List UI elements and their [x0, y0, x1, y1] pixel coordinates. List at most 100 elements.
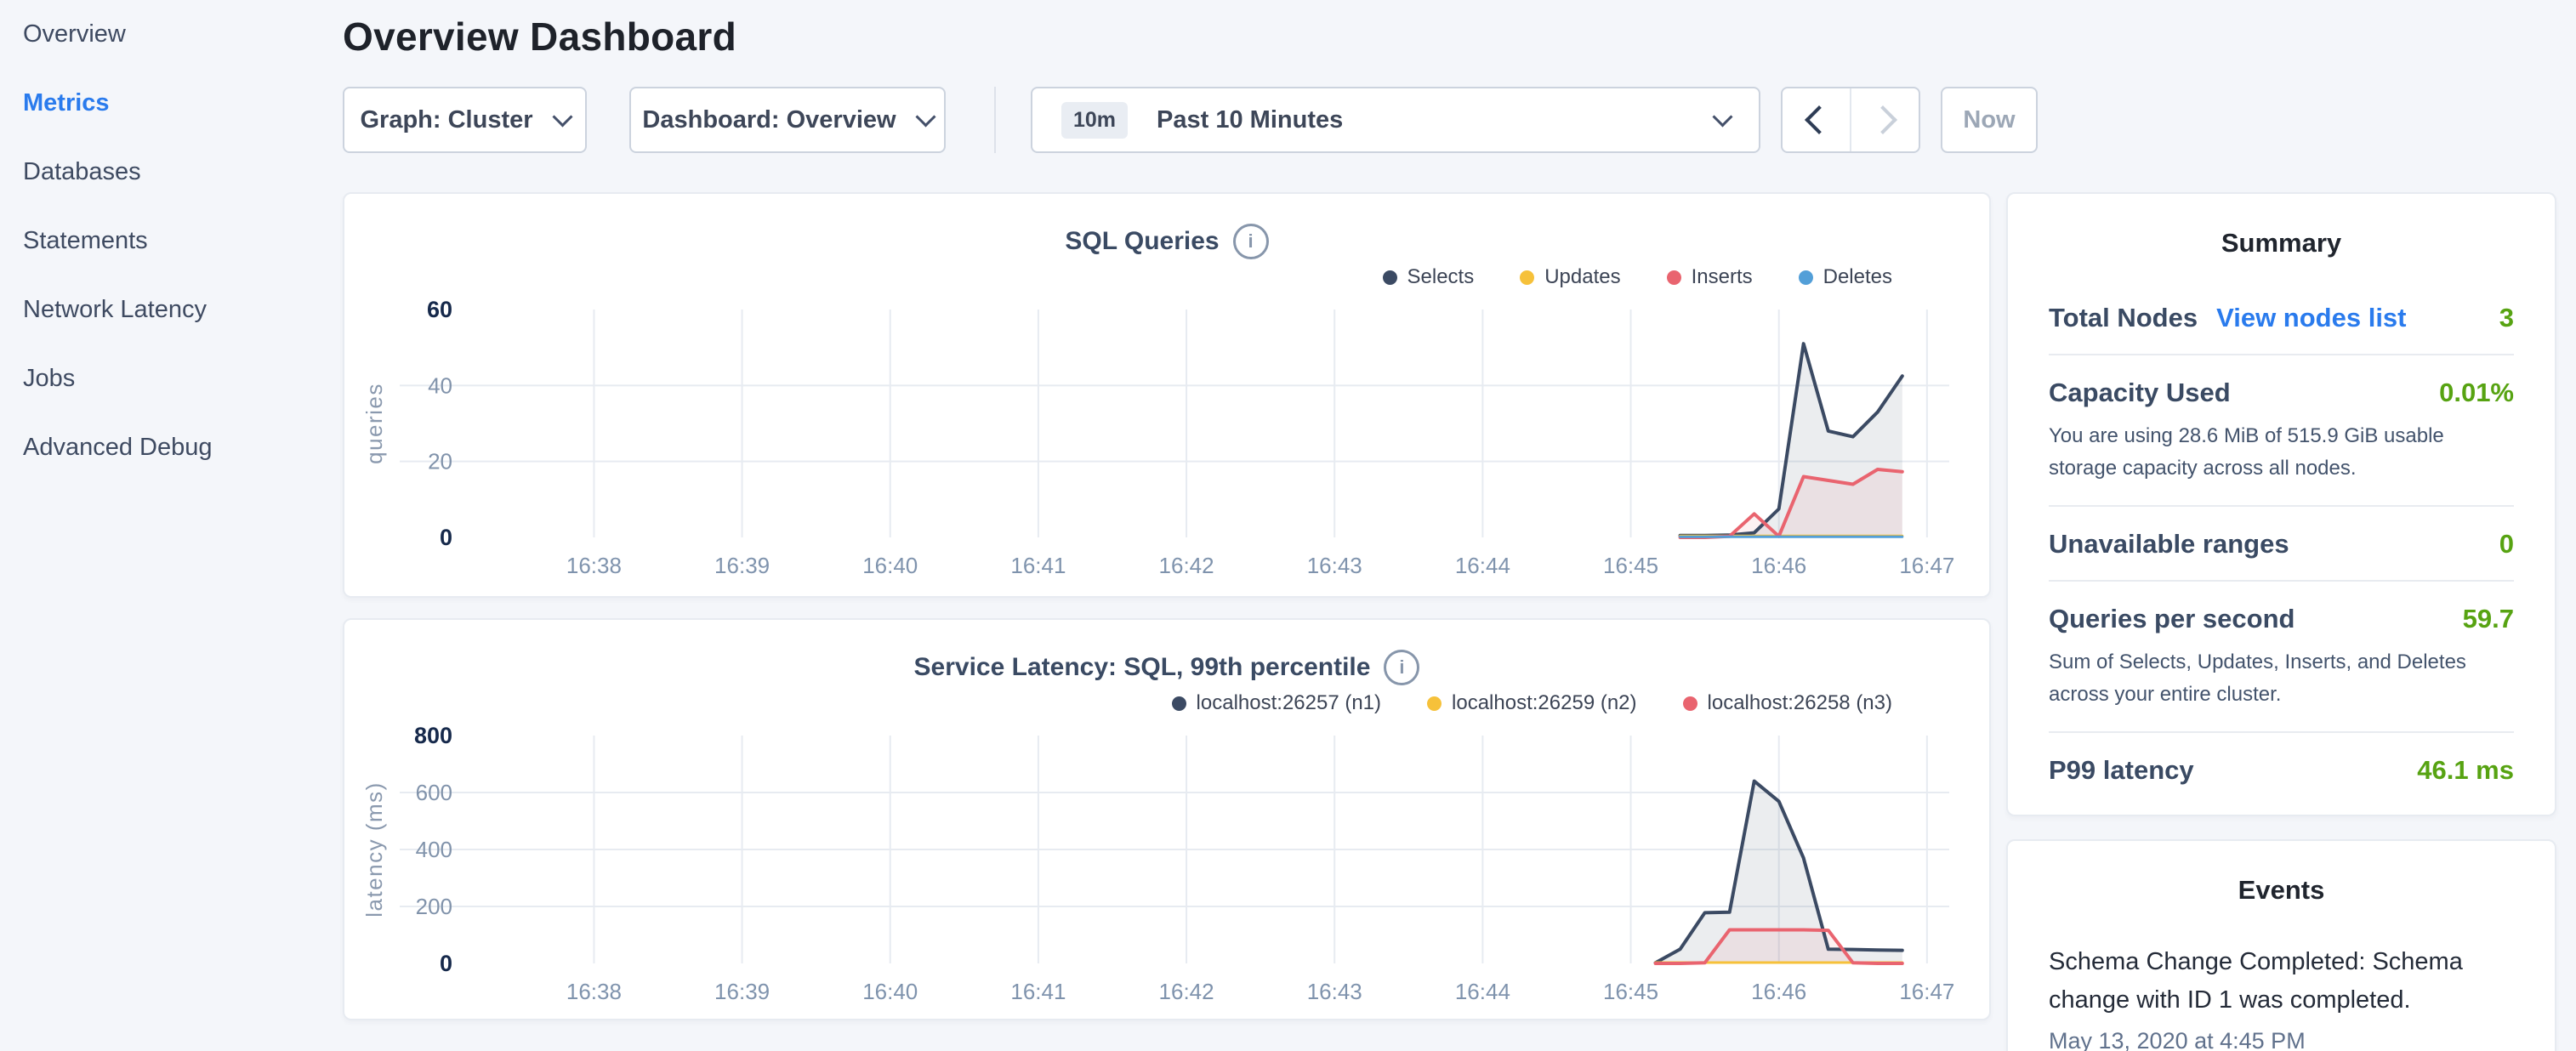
right-rail: Summary Total Nodes View nodes list 3 Ca…	[2006, 192, 2556, 1051]
now-button[interactable]: Now	[1941, 87, 2038, 153]
main-content: Overview Dashboard Graph: Cluster Dashbo…	[343, 0, 2576, 1051]
sidebar-item-advanced-debug[interactable]: Advanced Debug	[23, 413, 343, 482]
x-axis-tick: 16:38	[566, 553, 622, 578]
graph-scope-dropdown[interactable]: Graph: Cluster	[343, 87, 587, 153]
sidebar: Overview Metrics Databases Statements Ne…	[0, 0, 343, 1051]
chart-legend: Selects Updates Inserts Deletes	[344, 264, 1989, 291]
sidebar-item-metrics[interactable]: Metrics	[23, 69, 343, 138]
dashboard-dropdown[interactable]: Dashboard: Overview	[629, 87, 946, 153]
unavailable-ranges-value: 0	[2499, 529, 2514, 560]
dashboard-content: SQL Queries i Selects Updates Inserts De…	[343, 192, 2576, 1051]
summary-row-p99-latency: P99 latency 46.1 ms	[2049, 733, 2514, 806]
x-axis-tick: 16:39	[714, 553, 770, 578]
series-dot	[1172, 696, 1186, 711]
legend-item[interactable]: localhost:26258 (n3)	[1683, 691, 1892, 715]
sql-queries-card: SQL Queries i Selects Updates Inserts De…	[343, 192, 1991, 598]
y-axis-tick: 60	[427, 297, 452, 322]
time-range-badge: 10m	[1061, 102, 1128, 139]
chart-title: Service Latency: SQL, 99th percentile	[914, 653, 1371, 682]
series-dot	[1520, 270, 1534, 285]
service-latency-chart[interactable]: 16:3816:3916:4016:4116:4216:4316:4416:45…	[344, 719, 1989, 1012]
summary-row-queries-per-second: Queries per second 59.7 Sum of Selects, …	[2049, 582, 2514, 733]
y-axis-label: queries	[361, 383, 387, 464]
legend-item[interactable]: localhost:26259 (n2)	[1427, 691, 1636, 715]
y-axis-tick: 0	[440, 525, 452, 550]
x-axis-tick: 16:40	[862, 553, 918, 578]
sidebar-item-overview[interactable]: Overview	[23, 0, 343, 69]
y-axis-tick: 0	[440, 951, 452, 976]
info-icon[interactable]: i	[1233, 224, 1269, 259]
series-dot	[1383, 270, 1397, 285]
x-axis-tick: 16:44	[1455, 553, 1510, 578]
capacity-used-subtext: You are using 28.6 MiB of 515.9 GiB usab…	[2049, 420, 2514, 485]
events-title: Events	[2049, 875, 2514, 906]
page-title: Overview Dashboard	[343, 14, 2576, 60]
x-axis-tick: 16:47	[1899, 553, 1954, 578]
event-timestamp: May 13, 2020 at 4:45 PM	[2049, 1028, 2514, 1051]
x-axis-tick: 16:40	[862, 979, 918, 1004]
y-axis-tick: 400	[416, 837, 452, 862]
summary-row-capacity-used: Capacity Used 0.01% You are using 28.6 M…	[2049, 355, 2514, 507]
legend-item[interactable]: Deletes	[1799, 265, 1892, 289]
queries-per-second-value: 59.7	[2463, 604, 2514, 634]
legend-item[interactable]: Selects	[1383, 265, 1475, 289]
summary-panel: Summary Total Nodes View nodes list 3 Ca…	[2006, 192, 2556, 816]
chart-legend: localhost:26257 (n1) localhost:26259 (n2…	[344, 690, 1989, 717]
sidebar-item-statements[interactable]: Statements	[23, 207, 343, 276]
series-dot	[1799, 270, 1813, 285]
sidebar-item-jobs[interactable]: Jobs	[23, 344, 343, 413]
legend-item[interactable]: Inserts	[1667, 265, 1753, 289]
time-range-dropdown[interactable]: 10m Past 10 Minutes	[1031, 87, 1760, 153]
x-axis-tick: 16:42	[1159, 979, 1214, 1004]
sql-queries-chart[interactable]: 16:38 16:39 16:40 16:41 16:42 16:43 16:44 16:45…	[344, 293, 1989, 586]
toolbar: Graph: Cluster Dashboard: Overview 10m P…	[343, 87, 2576, 153]
chart-header: SQL Queries i	[344, 224, 1989, 258]
chevron-right-icon	[1868, 105, 1897, 134]
x-axis-tick: 16:39	[714, 979, 770, 1004]
y-axis-tick: 20	[428, 449, 452, 474]
event-message[interactable]: Schema Change Completed: Schema change w…	[2049, 943, 2482, 1020]
series-dot	[1427, 696, 1442, 711]
charts-column: SQL Queries i Selects Updates Inserts De…	[343, 192, 1991, 1051]
summary-row-total-nodes: Total Nodes View nodes list 3	[2049, 258, 2514, 355]
series-dot	[1667, 270, 1681, 285]
queries-per-second-subtext: Sum of Selects, Updates, Inserts, and De…	[2049, 646, 2514, 711]
p99-latency-value: 46.1 ms	[2417, 755, 2514, 786]
toolbar-divider	[994, 87, 996, 153]
chart-title: SQL Queries	[1065, 227, 1219, 256]
y-axis-tick: 40	[428, 372, 452, 398]
y-axis-tick: 600	[416, 780, 452, 805]
x-axis-tick: 16:47	[1899, 979, 1954, 1004]
chevron-down-icon	[915, 106, 935, 127]
x-axis-tick: 16:43	[1307, 553, 1362, 578]
total-nodes-value: 3	[2499, 303, 2514, 333]
x-axis-tick: 16:42	[1159, 553, 1214, 578]
x-axis-tick: 16:41	[1010, 979, 1066, 1004]
x-axis-tick: 16:41	[1010, 553, 1066, 578]
x-axis-tick: 16:45	[1603, 553, 1658, 578]
info-icon[interactable]: i	[1384, 650, 1419, 685]
next-time-window-button[interactable]	[1850, 88, 1919, 151]
y-axis-tick: 800	[414, 723, 452, 748]
chevron-down-icon	[1712, 106, 1732, 127]
previous-time-window-button[interactable]	[1783, 88, 1850, 151]
legend-item[interactable]: localhost:26257 (n1)	[1172, 691, 1381, 715]
legend-item[interactable]: Updates	[1520, 265, 1620, 289]
x-axis-tick: 16:38	[566, 979, 622, 1004]
x-axis-tick: 16:43	[1307, 979, 1362, 1004]
app-root: Overview Metrics Databases Statements Ne…	[0, 0, 2576, 1051]
chevron-down-icon	[552, 106, 572, 127]
x-axis-tick: 16:45	[1603, 979, 1658, 1004]
x-axis-tick: 16:46	[1751, 553, 1806, 578]
view-nodes-list-link[interactable]: View nodes list	[2216, 303, 2406, 333]
time-step-buttons	[1781, 87, 1920, 153]
summary-row-unavailable-ranges: Unavailable ranges 0	[2049, 507, 2514, 582]
x-axis-tick: 16:46	[1751, 979, 1806, 1004]
chart-header: Service Latency: SQL, 99th percentile i	[344, 650, 1989, 685]
service-latency-card: Service Latency: SQL, 99th percentile i …	[343, 618, 1991, 1020]
summary-title: Summary	[2049, 228, 2514, 258]
sidebar-item-databases[interactable]: Databases	[23, 138, 343, 207]
sidebar-item-network-latency[interactable]: Network Latency	[23, 276, 343, 344]
series-dot	[1683, 696, 1697, 711]
capacity-used-value: 0.01%	[2439, 378, 2514, 408]
